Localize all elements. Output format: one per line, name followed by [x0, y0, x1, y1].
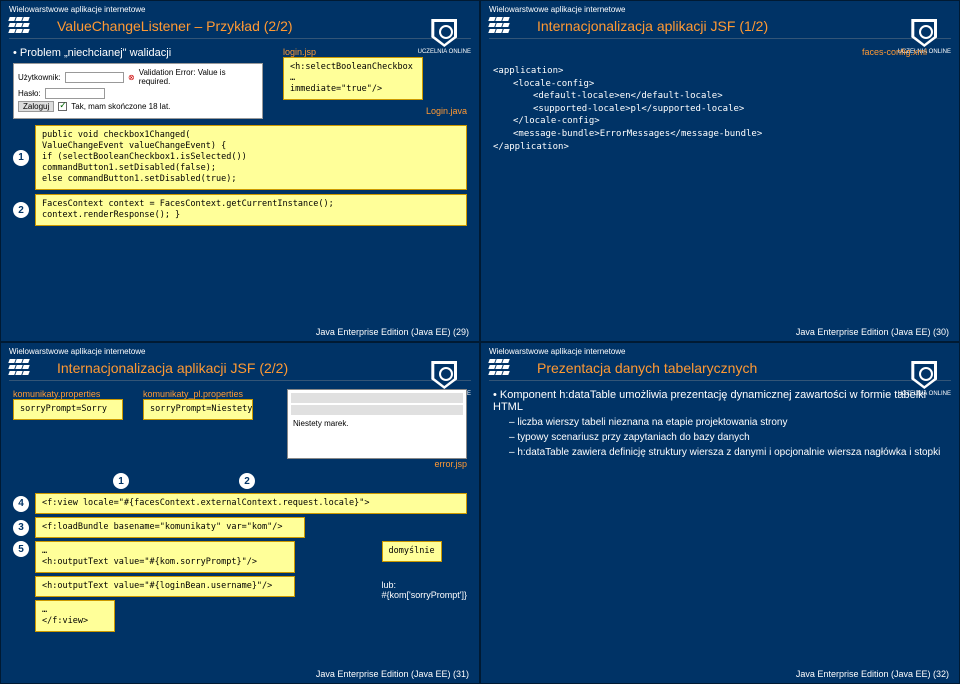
slide-30: Wielowarstwowe aplikacje internetowe Int… — [480, 0, 960, 342]
slide-title: ValueChangeListener – Przykład (2/2) — [57, 18, 479, 34]
logo-icon — [9, 359, 29, 375]
breadcrumb: Wielowarstwowe aplikacje internetowe — [9, 347, 146, 356]
code-box: <f:loadBundle basename="komunikaty" var=… — [35, 517, 305, 538]
code-box: FacesContext context = FacesContext.getC… — [35, 194, 467, 226]
step-number: 1 — [13, 150, 29, 166]
bullet-text: • Problem „niechcianej" walidacji — [13, 47, 273, 59]
breadcrumb: Wielowarstwowe aplikacje internetowe — [489, 347, 626, 356]
slide-footer: Java Enterprise Edition (Java EE) (29) — [316, 327, 469, 337]
step-number: 5 — [13, 541, 29, 557]
logo-icon — [489, 359, 509, 375]
filename-label: faces-config.xml — [493, 47, 927, 57]
slide-32: Wielowarstwowe aplikacje internetowe Pre… — [480, 342, 960, 684]
step-number: 2 — [239, 473, 255, 489]
step-number: 2 — [13, 202, 29, 218]
slide-footer: Java Enterprise Edition (Java EE) (31) — [316, 669, 469, 679]
slide-title: Prezentacja danych tabelarycznych — [537, 360, 959, 376]
filename-label: Login.java — [283, 106, 467, 116]
code-box: <f:view locale="#{facesContext.externalC… — [35, 493, 467, 514]
code-box: sorryPrompt=Niestety — [143, 399, 253, 420]
filename-label: login.jsp — [283, 47, 467, 57]
code-box: … <h:outputText value="#{kom.sorryPrompt… — [35, 541, 295, 573]
browser-screenshot: Niestety marek. — [287, 389, 467, 459]
code-box: <h:selectBooleanCheckbox … immediate="tr… — [283, 57, 423, 100]
filename-label: komunikaty_pl.properties — [143, 389, 253, 399]
code-box: <h:outputText value="#{loginBean.usernam… — [35, 576, 295, 597]
filename-label: komunikaty.properties — [13, 389, 123, 399]
checkbox-icon — [58, 102, 67, 111]
breadcrumb: Wielowarstwowe aplikacje internetowe — [9, 5, 146, 14]
slide-footer: Java Enterprise Edition (Java EE) (32) — [796, 669, 949, 679]
slide-31: Wielowarstwowe aplikacje internetowe Int… — [0, 342, 480, 684]
note-text: lub: #{kom['sorryPrompt']} — [382, 580, 467, 600]
note-box: domyślnie — [382, 541, 442, 562]
filename-label: error.jsp — [287, 459, 467, 469]
step-number: 1 — [113, 473, 129, 489]
sub-bullet-text: – liczba wierszy tabeli nieznana na etap… — [509, 417, 947, 428]
code-box: sorryPrompt=Sorry — [13, 399, 123, 420]
step-number: 4 — [13, 496, 29, 512]
form-screenshot: Użytkownik:⊗Validation Error: Value is r… — [13, 63, 263, 119]
sub-bullet-text: – h:dataTable zawiera definicję struktur… — [509, 447, 947, 458]
bullet-text: • Komponent h:dataTable umożliwia prezen… — [493, 389, 947, 413]
slide-title: Internacjonalizacja aplikacji JSF (2/2) — [57, 360, 479, 376]
step-number: 3 — [13, 520, 29, 536]
xml-code: <application> <locale-config> <default-l… — [493, 65, 947, 153]
logo-icon — [9, 17, 29, 33]
sub-bullet-text: – typowy scenariusz przy zapytaniach do … — [509, 432, 947, 443]
slide-29: Wielowarstwowe aplikacje internetowe Val… — [0, 0, 480, 342]
slide-footer: Java Enterprise Edition (Java EE) (30) — [796, 327, 949, 337]
breadcrumb: Wielowarstwowe aplikacje internetowe — [489, 5, 626, 14]
code-box: public void checkbox1Changed( ValueChang… — [35, 125, 467, 190]
logo-icon — [489, 17, 509, 33]
code-box: … </f:view> — [35, 600, 115, 632]
slide-title: Internacjonalizacja aplikacji JSF (1/2) — [537, 18, 959, 34]
